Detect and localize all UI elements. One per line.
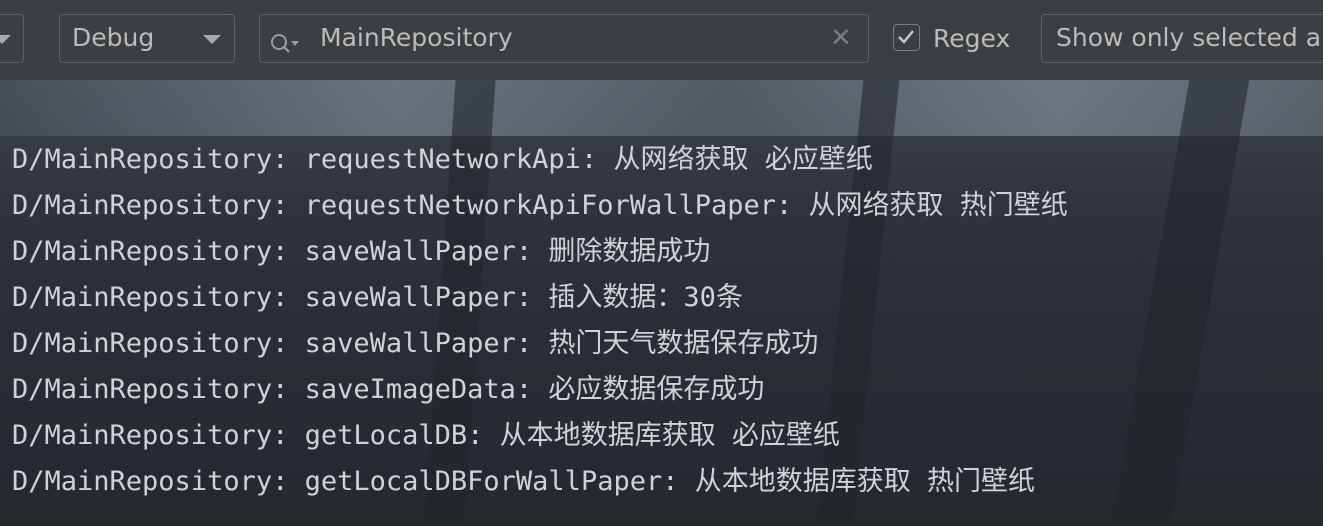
- device-dropdown[interactable]: [0, 14, 24, 63]
- log-line[interactable]: D/MainRepository: saveWallPaper: 热门天气数据保…: [12, 321, 1068, 367]
- regex-label[interactable]: Regex: [933, 16, 1010, 62]
- log-level-select[interactable]: Debug: [59, 14, 235, 63]
- logcat-output[interactable]: D/MainRepository: requestNetworkApi: 从网络…: [0, 80, 1323, 526]
- logcat-toolbar: Debug MainRepository ✕ Regex Show only s…: [0, 0, 1323, 80]
- log-line[interactable]: D/MainRepository: saveWallPaper: 插入数据：30…: [12, 275, 1068, 321]
- app-filter-value: Show only selected app: [1056, 23, 1323, 52]
- app-filter-select[interactable]: Show only selected app: [1041, 14, 1323, 63]
- search-input-value: MainRepository: [320, 23, 513, 52]
- checkmark-icon: [898, 30, 914, 44]
- log-line[interactable]: D/MainRepository: saveWallPaper: 删除数据成功: [12, 229, 1068, 275]
- search-input[interactable]: MainRepository ✕: [259, 14, 869, 63]
- log-line[interactable]: D/MainRepository: requestNetworkApiForWa…: [12, 183, 1068, 229]
- log-level-value: Debug: [72, 23, 155, 52]
- log-line[interactable]: D/MainRepository: requestNetworkApi: 从网络…: [12, 137, 1068, 183]
- chevron-down-icon: [203, 35, 221, 44]
- search-icon[interactable]: [270, 26, 300, 53]
- background-image: [0, 80, 1323, 136]
- log-line[interactable]: D/MainRepository: getLocalDB: 从本地数据库获取 必…: [12, 413, 1068, 459]
- regex-checkbox[interactable]: [893, 24, 920, 51]
- close-icon[interactable]: ✕: [830, 15, 852, 61]
- log-line[interactable]: D/MainRepository: saveImageData: 必应数据保存成…: [12, 367, 1068, 413]
- chevron-down-icon: [0, 35, 11, 44]
- log-line[interactable]: D/MainRepository: getLocalDBForWallPaper…: [12, 459, 1068, 505]
- log-list: D/MainRepository: requestNetworkApi: 从网络…: [12, 137, 1068, 505]
